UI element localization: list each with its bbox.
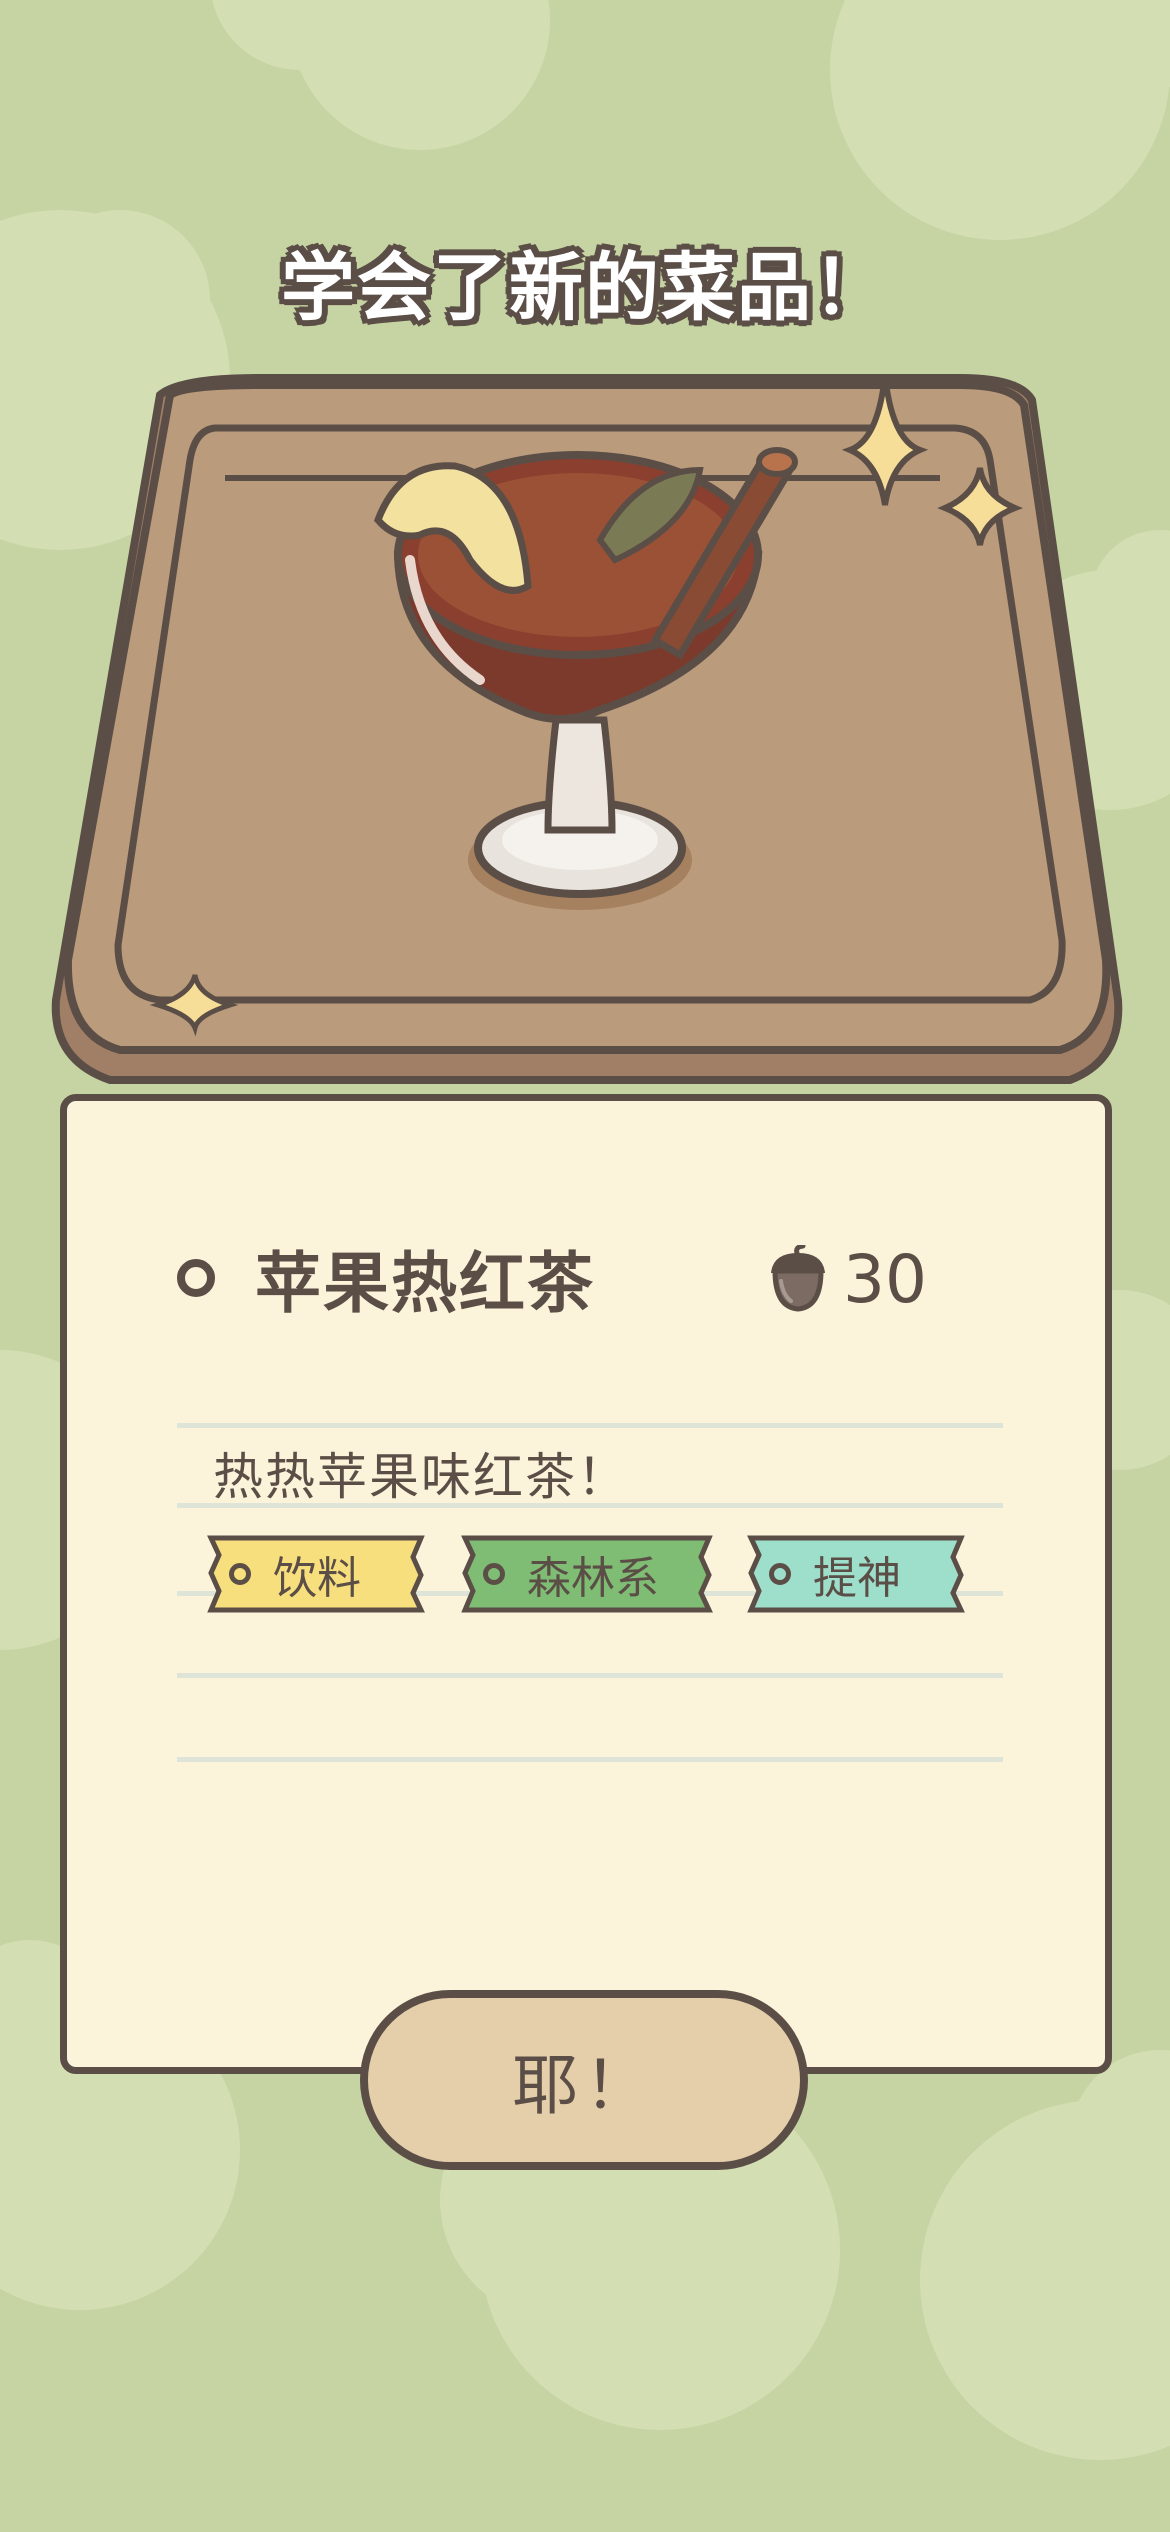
confirm-button-label: 耶！ [512,2047,656,2124]
bullet-icon [177,1259,215,1297]
ruled-line [177,1423,1003,1428]
tag-label: 饮料 [273,1553,361,1604]
screen: 学会了新的菜品！ 苹果热红茶 30 热热苹果味红茶！ 饮料 森林系 提神 耶！ [0,0,1170,2532]
dish-title-row: 苹果热红茶 [177,1233,595,1323]
tag-label: 提神 [813,1553,901,1604]
confirm-button[interactable]: 耶！ [360,1990,808,2170]
tag-drink: 饮料 [207,1533,425,1615]
tag-label: 森林系 [527,1553,659,1604]
dish-description: 热热苹果味红茶！ [213,1448,629,1506]
tag-dot-icon [483,1563,505,1585]
dish-price: 30 [767,1237,927,1321]
learned-new-dish-title: 学会了新的菜品！ [281,245,889,331]
tag-refreshing: 提神 [747,1533,965,1615]
recipe-card: 苹果热红茶 30 热热苹果味红茶！ 饮料 森林系 提神 [60,1094,1112,2074]
tag-dot-icon [769,1563,791,1585]
ruled-line [177,1673,1003,1678]
acorn-icon [771,1245,825,1312]
ruled-line [177,1757,1003,1762]
tag-forest: 森林系 [461,1533,713,1615]
price-value: 30 [843,1240,927,1318]
tray-illustration [51,374,1123,1084]
dish-name: 苹果热红茶 [255,1245,595,1322]
tag-dot-icon [229,1563,251,1585]
